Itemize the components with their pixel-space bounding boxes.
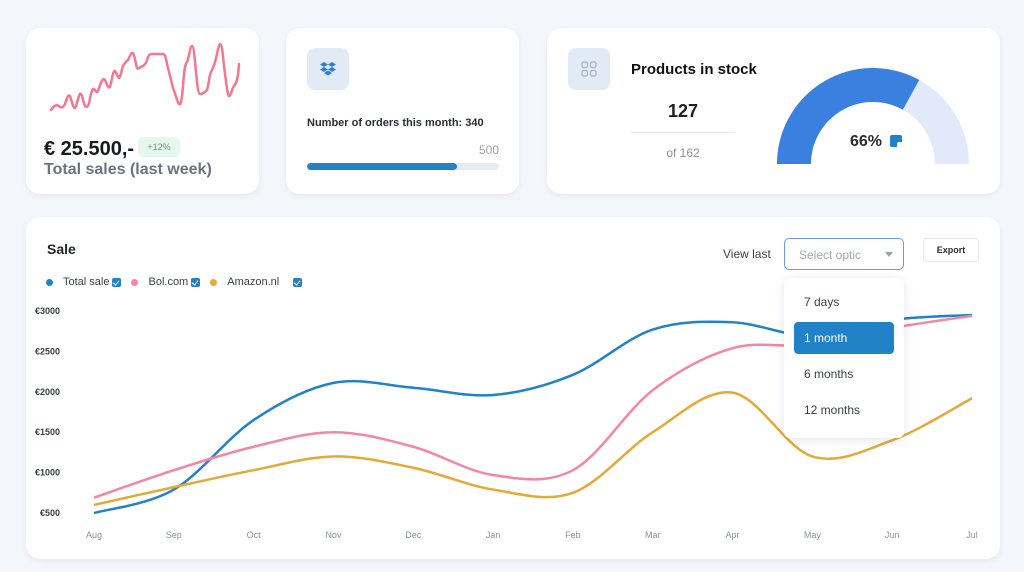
dropdown-option-1-month[interactable]: 1 month: [794, 322, 894, 354]
dropdown-option-7-days[interactable]: 7 days: [794, 286, 894, 318]
x-tick-label: Jan: [486, 530, 501, 540]
caret-down-icon: [885, 252, 893, 257]
orders-progress-fill: [307, 163, 457, 170]
sales-label: Total sales (last week): [44, 161, 212, 178]
stock-title: Products in stock: [631, 61, 757, 78]
dropdown-option-6-months[interactable]: 6 months: [794, 358, 894, 390]
y-tick-label: €2500: [35, 346, 60, 356]
sales-sparkline: [49, 42, 241, 112]
legend-item-bol[interactable]: Bol.com: [131, 276, 201, 288]
y-tick-label: €1500: [35, 427, 60, 437]
dropbox-icon: [320, 62, 336, 76]
period-select[interactable]: Select optic: [784, 238, 904, 270]
orders-label: Number of orders this month: 340: [307, 117, 484, 129]
export-button[interactable]: Export: [923, 238, 979, 262]
checkbox-icon[interactable]: [293, 277, 303, 287]
sales-amount: € 25.500,-: [44, 138, 135, 160]
y-tick-label: €2000: [35, 387, 60, 397]
x-tick-label: Jul: [966, 530, 978, 540]
dropbox-icon-box: [307, 48, 349, 90]
legend-label: Total sale: [63, 276, 110, 288]
grid-icon-box: [568, 48, 610, 90]
x-tick-label: Aug: [86, 530, 102, 540]
checkbox-icon[interactable]: [191, 277, 201, 287]
legend-label: Bol.com: [148, 276, 189, 288]
orders-progress-track: [307, 163, 499, 170]
x-tick-label: Nov: [325, 530, 342, 540]
x-tick-label: Feb: [565, 530, 581, 540]
orders-max: 500: [478, 143, 499, 157]
x-tick-label: Oct: [247, 530, 262, 540]
legend-item-total-sale[interactable]: Total sale: [46, 276, 122, 288]
y-tick-label: €500: [40, 508, 60, 518]
total-sales-card: € 25.500,- +12% Total sales (last week): [26, 28, 259, 194]
view-last-label: View last: [723, 247, 771, 261]
chart-title: Sale: [47, 241, 76, 257]
x-tick-label: Jun: [885, 530, 900, 540]
legend-dot: [210, 278, 218, 286]
y-tick-label: €3000: [35, 306, 60, 316]
stock-count: 127: [667, 101, 699, 121]
grid-icon: [581, 61, 597, 77]
legend-dot: [131, 278, 139, 286]
legend-label: Amazon.nl: [227, 276, 280, 288]
stock-card: Products in stock 127 of 162 66%: [547, 28, 1000, 194]
stock-total: of 162: [666, 146, 700, 160]
note-icon: [890, 135, 902, 147]
legend-item-amazon[interactable]: Amazon.nl: [210, 276, 303, 288]
orders-card: Number of orders this month: 340 500: [286, 28, 519, 194]
x-tick-label: Apr: [726, 530, 740, 540]
x-tick-label: Sep: [166, 530, 182, 540]
y-tick-label: €1000: [35, 468, 60, 478]
legend-dot: [46, 278, 53, 286]
dropdown-option-12-months[interactable]: 12 months: [794, 394, 894, 426]
x-tick-label: May: [804, 530, 822, 540]
gauge-percent: 66%: [850, 133, 883, 150]
period-dropdown: 7 days 1 month 6 months 12 months: [784, 278, 904, 438]
checkbox-icon[interactable]: [112, 277, 122, 287]
stock-divider: [631, 132, 735, 133]
chart-legend: Total sale Bol.com Amazon.nl: [46, 276, 312, 288]
gauge-fill: [777, 68, 920, 164]
x-tick-label: Dec: [405, 530, 422, 540]
x-tick-label: Mar: [645, 530, 661, 540]
select-placeholder: Select optic: [799, 248, 862, 262]
sale-panel: €500 €1000 €1500 €2000 €2500 €3000 Aug Sep Oct No…: [26, 217, 1000, 559]
growth-badge: +12%: [138, 137, 180, 157]
